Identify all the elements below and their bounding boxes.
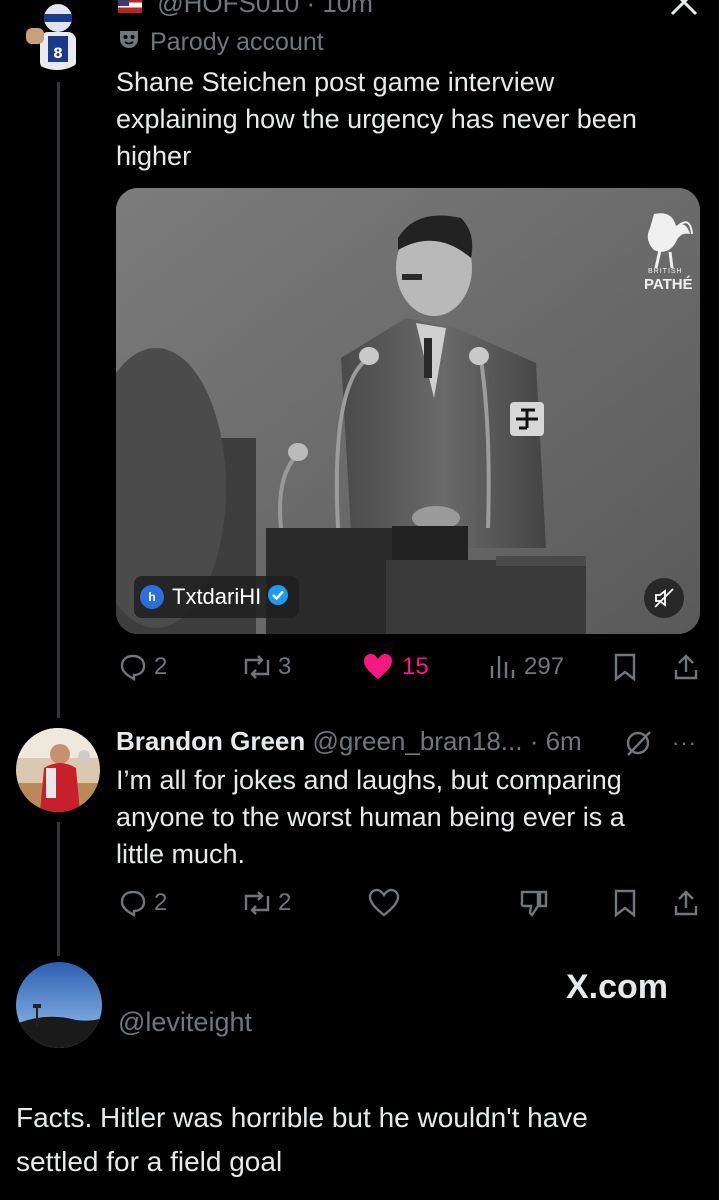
share-icon — [674, 890, 698, 916]
verified-badge-icon — [267, 584, 289, 611]
reply-icon — [120, 654, 146, 681]
repost-icon — [244, 891, 270, 915]
watermark-small: BRITISH — [648, 268, 683, 275]
reply-action[interactable]: 2 — [118, 888, 167, 918]
watermark: PATHÉ — [644, 276, 693, 293]
like-action[interactable] — [368, 888, 400, 918]
parody-label: Parody account — [118, 28, 324, 57]
tweet-text: I’m all for jokes and laughs, but compar… — [116, 765, 625, 869]
bookmark-icon — [614, 889, 636, 918]
svg-text:8: 8 — [53, 46, 63, 62]
tweet2-header: Brandon Green @green_bran18... · 6m — [116, 726, 582, 757]
repost-action[interactable]: 3 — [240, 652, 291, 682]
share-icon — [674, 654, 698, 680]
avatar[interactable]: 8 — [22, 0, 92, 70]
share-button[interactable] — [672, 888, 700, 918]
repost-action[interactable]: 2 — [240, 888, 291, 918]
views-chart-icon — [490, 656, 515, 678]
mute-button[interactable] — [644, 578, 684, 618]
reply-action[interactable]: 2 — [118, 652, 167, 682]
heart-filled-icon — [364, 654, 392, 679]
like-action[interactable]: 15 — [362, 652, 429, 682]
flag-icon — [118, 0, 142, 14]
downvote-button[interactable] — [518, 888, 550, 918]
tweet-text: Shane Steichen post game interview expla… — [116, 67, 637, 171]
author-name[interactable]: Brandon Green — [116, 726, 305, 756]
more-options-icon[interactable]: ··· — [672, 730, 697, 756]
mask-icon — [118, 28, 140, 57]
views-action[interactable]: 297 — [488, 652, 564, 682]
handle-time[interactable]: @HOFS010 · 10m — [118, 0, 373, 19]
bookmark-button[interactable] — [612, 652, 638, 682]
tweet-text: Facts. Hitler was horrible but he wouldn… — [16, 1102, 588, 1177]
close-icon[interactable] — [668, 0, 700, 23]
brand-watermark: X.com — [566, 968, 669, 1006]
source-logo-icon: h — [140, 585, 164, 609]
source-tag[interactable]: h TxtdariHI — [134, 576, 300, 618]
avatar[interactable] — [16, 962, 102, 1048]
repost-icon — [244, 655, 270, 679]
thread-line-2 — [57, 822, 60, 956]
reply-icon — [120, 890, 146, 917]
avatar[interactable] — [16, 728, 100, 812]
muted-speaker-icon — [654, 588, 674, 608]
grok-icon[interactable] — [624, 728, 654, 763]
bookmark-button[interactable] — [612, 888, 638, 918]
thumbs-down-icon — [520, 890, 548, 917]
video-frame-image — [116, 188, 700, 634]
heart-icon — [368, 888, 400, 917]
share-button[interactable] — [672, 652, 700, 682]
thread-line-1 — [57, 82, 60, 718]
video-media[interactable]: BRITISH PATHÉ h TxtdariHI — [116, 188, 700, 634]
handle[interactable]: @leviteight — [118, 1007, 252, 1038]
bookmark-icon — [614, 653, 636, 682]
handle-time[interactable]: @green_bran18... · 6m — [312, 726, 581, 756]
